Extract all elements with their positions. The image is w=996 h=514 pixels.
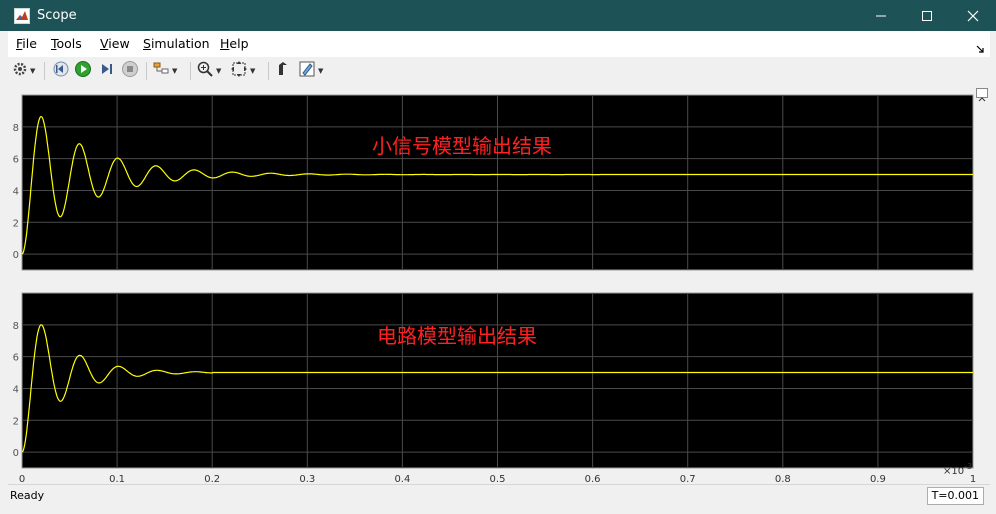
run-icon bbox=[74, 60, 92, 82]
toolbar-separator bbox=[44, 62, 45, 80]
layout-icon bbox=[152, 60, 170, 82]
step-forward-icon bbox=[98, 60, 116, 82]
x-tick-label: 0.3 bbox=[299, 474, 315, 482]
x-tick-label: 0.5 bbox=[490, 474, 506, 482]
annotation-small-signal: 小信号模型输出结果 bbox=[372, 134, 552, 158]
step-forward-button[interactable] bbox=[98, 61, 116, 81]
menu-simulation[interactable]: Simulation bbox=[143, 36, 210, 51]
toolbar-separator bbox=[146, 62, 147, 80]
y-tick-label: 0 bbox=[13, 448, 19, 459]
y-tick-label: 4 bbox=[13, 186, 19, 197]
step-back-icon bbox=[52, 60, 70, 82]
menu-help[interactable]: Help bbox=[220, 36, 249, 51]
maximize-button[interactable] bbox=[904, 0, 950, 31]
toolbar: ▼ ▼ ▼ ▼ ▼ bbox=[8, 57, 990, 86]
y-tick-label: 2 bbox=[13, 218, 19, 229]
x-tick-label: 0.9 bbox=[870, 474, 886, 482]
sim-time-readout: T=0.001 bbox=[926, 487, 984, 505]
annotation-circuit-model: 电路模型输出结果 bbox=[377, 324, 537, 348]
highlight-button[interactable]: ▼ bbox=[298, 61, 323, 81]
close-button[interactable] bbox=[950, 0, 996, 31]
status-text: Ready bbox=[10, 489, 45, 502]
minimize-button[interactable] bbox=[858, 0, 904, 31]
dock-arrow-icon[interactable] bbox=[976, 38, 984, 57]
fit-to-view-button[interactable]: ▼ bbox=[230, 61, 255, 81]
x-tick-label: 0.1 bbox=[109, 474, 125, 482]
matlab-logo-icon bbox=[14, 8, 30, 24]
scope-plot-area[interactable]: 0 2 4 6 8 0 2 4 6 8 0 0.1 0.2 0.3 0.4 0.5 0.6 0.7 0.8 0.9 1 ×… bbox=[8, 85, 990, 482]
y-tick-label: 0 bbox=[13, 250, 19, 261]
gear-icon bbox=[12, 61, 28, 81]
toolbar-separator bbox=[268, 62, 269, 80]
y-tick-label: 6 bbox=[13, 155, 19, 166]
layout-button[interactable]: ▼ bbox=[152, 61, 177, 81]
menu-tools[interactable]: Tools bbox=[51, 36, 82, 51]
settings-button[interactable]: ▼ bbox=[12, 61, 35, 81]
window-title: Scope bbox=[37, 8, 77, 23]
fit-to-view-icon bbox=[230, 60, 248, 82]
x-tick-label: 0.2 bbox=[204, 474, 220, 482]
y-tick-label: 2 bbox=[13, 416, 19, 427]
y-tick-label: 8 bbox=[13, 123, 19, 134]
menu-file[interactable]: File bbox=[16, 36, 37, 51]
x-tick-label: 0.7 bbox=[680, 474, 696, 482]
x-tick-label: 0.6 bbox=[585, 474, 601, 482]
x-tick-label: 0.8 bbox=[775, 474, 791, 482]
y-tick-label: 4 bbox=[13, 384, 19, 395]
highlight-icon bbox=[298, 60, 316, 82]
menu-view[interactable]: View bbox=[100, 36, 130, 51]
cursor-measure-button[interactable] bbox=[274, 61, 292, 81]
y-tick-label: 6 bbox=[13, 353, 19, 364]
cursor-icon bbox=[274, 60, 292, 82]
run-button[interactable] bbox=[74, 61, 92, 81]
y-tick-label: 8 bbox=[13, 321, 19, 332]
x-tick-label: 0 bbox=[19, 474, 25, 482]
zoom-in-icon bbox=[196, 60, 214, 82]
toolbar-separator bbox=[190, 62, 191, 80]
x-tick-label: 1 bbox=[970, 474, 976, 482]
x-tick-label: 0.4 bbox=[394, 474, 410, 482]
menu-bar: File Tools View Simulation Help bbox=[8, 31, 990, 57]
stop-button[interactable] bbox=[121, 61, 139, 81]
title-bar: Scope bbox=[0, 0, 996, 31]
status-bar: Ready T=0.001 bbox=[8, 484, 990, 507]
undock-icon[interactable] bbox=[976, 88, 988, 102]
zoom-button[interactable]: ▼ bbox=[196, 61, 221, 81]
stop-icon bbox=[121, 60, 139, 82]
step-back-button[interactable] bbox=[52, 61, 70, 81]
